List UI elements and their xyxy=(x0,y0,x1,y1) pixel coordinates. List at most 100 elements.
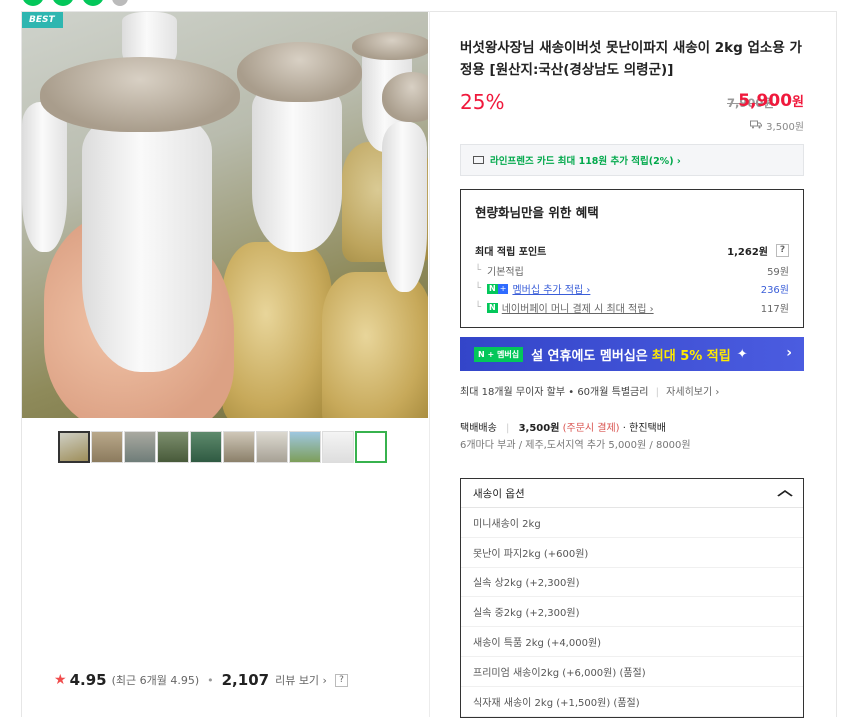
chevron-up-icon xyxy=(777,486,794,500)
top-green-dot-1 xyxy=(22,0,44,6)
separator-dot: • xyxy=(207,673,214,687)
delivery-extra: 6개마다 부과 / 제주,도서지역 추가 5,000원 / 8000원 xyxy=(460,440,691,451)
thumbnail-10[interactable] xyxy=(355,431,387,463)
max-points-value: 1,262원 xyxy=(727,247,768,258)
points-row-basic-label-wrap: └ 기본적립 xyxy=(475,263,524,278)
banner-text: 설 연휴에도 멤버십은 xyxy=(531,348,648,364)
top-green-dot-2 xyxy=(52,0,74,6)
tree-line-icon: └ xyxy=(475,302,482,313)
option-item[interactable]: 프리미엄 새송이2kg (+6,000원) (품절) xyxy=(461,657,803,687)
thumbnail-3[interactable] xyxy=(124,431,156,463)
review-link[interactable]: 리뷰 보기 › xyxy=(275,672,327,688)
mushroom-stem xyxy=(22,102,67,252)
shipping-fee-text: 3,500원 xyxy=(766,122,804,133)
max-points-label: 최대 적립 포인트 xyxy=(475,247,547,258)
top-green-dot-3 xyxy=(82,0,104,6)
jar-shape xyxy=(222,242,332,418)
mushroom-stem xyxy=(82,112,212,372)
thumbnail-9[interactable] xyxy=(322,431,354,463)
product-title: 버섯왕사장님 새송이버섯 못난이파지 새송이 2kg 업소용 가정용 [원산지:… xyxy=(460,40,802,78)
card-benefit-text: 라인프렌즈 카드 최대 118원 추가 적립(2%) › xyxy=(490,156,681,167)
rating-summary: ★ 4.95 (최근 6개월 4.95) • 2,107 리뷰 보기 › ? xyxy=(54,671,348,689)
sparkle-icon: ✦ xyxy=(736,346,748,362)
option-select-header[interactable]: 새송이 옵션 xyxy=(461,479,803,508)
sale-price-unit: 원 xyxy=(792,95,804,110)
option-item[interactable]: 실속 중2kg (+2,300원) xyxy=(461,597,803,628)
points-row-value: 117원 xyxy=(760,304,789,315)
benefit-title: 현량화님만을 위한 혜택 xyxy=(475,205,599,220)
mushroom-stem xyxy=(382,122,427,292)
card-benefit-banner[interactable]: 라인프렌즈 카드 최대 118원 추가 적립(2%) › xyxy=(460,144,804,176)
option-item[interactable]: 미니새송이 2kg xyxy=(461,508,803,538)
option-item[interactable]: 새송이 특품 2kg (+4,000원) xyxy=(461,627,803,657)
shipping-fee-summary: 3,500원 xyxy=(750,118,804,133)
separator: | xyxy=(506,423,510,434)
option-item[interactable]: 식자재 새송이 2kg (+1,500원) (품절) xyxy=(461,687,803,717)
product-main-image[interactable]: BEST xyxy=(22,12,428,418)
tree-line-icon: └ xyxy=(475,283,482,294)
installment-info: 최대 18개월 무이자 할부 • 60개월 특별금리 | 자세히보기 › xyxy=(460,383,719,398)
max-points-row: 최대 적립 포인트 1,262원 ? xyxy=(475,243,789,258)
thumbnail-1[interactable] xyxy=(58,431,90,463)
points-row-membership: └ N + 멤버십 추가 적립 › 236원 xyxy=(475,281,789,296)
thumbnail-2[interactable] xyxy=(91,431,123,463)
discount-rate: 25% xyxy=(460,90,505,114)
mushroom-stem xyxy=(252,82,342,252)
naver-pay-icon: N xyxy=(487,302,498,313)
jar-shape xyxy=(322,272,428,418)
thumbnail-4[interactable] xyxy=(157,431,189,463)
sale-price-value: 5,900 xyxy=(738,91,793,111)
naver-plus-icon: N xyxy=(487,283,498,294)
installment-more-link[interactable]: 자세히보기 › xyxy=(666,387,719,398)
thumbnail-8[interactable] xyxy=(289,431,321,463)
points-row-basic: └ 기본적립 59원 xyxy=(475,263,789,278)
benefit-box: 현량화님만을 위한 혜택 최대 적립 포인트 1,262원 ? └ 기본적립 5… xyxy=(460,189,804,328)
npay-points-link[interactable]: 네이버페이 머니 결제 시 최대 적립 › xyxy=(502,300,654,315)
max-points-value-wrap: 1,262원 ? xyxy=(727,243,789,258)
installment-text: 최대 18개월 무이자 할부 • 60개월 특별금리 xyxy=(460,387,649,398)
delivery-label: 택배배송 xyxy=(460,423,497,434)
membership-badge: N + 멤버십 xyxy=(474,346,524,362)
thumbnail-6[interactable] xyxy=(223,431,255,463)
review-count: 2,107 xyxy=(221,671,270,689)
help-icon[interactable]: ? xyxy=(776,244,789,257)
membership-points-link[interactable]: 멤버십 추가 적립 › xyxy=(512,281,590,296)
rating-score: 4.95 xyxy=(69,671,107,689)
thumbnail-strip xyxy=(58,431,387,463)
thumbnail-7[interactable] xyxy=(256,431,288,463)
option-item[interactable]: 못난이 파지2kg (+600원) xyxy=(461,538,803,568)
option-select-label: 새송이 옵션 xyxy=(473,487,525,500)
delivery-info: 택배배송 | 3,500원 (주문시 결제) · 한진택배 xyxy=(460,419,666,434)
points-row-npay: └ N 네이버페이 머니 결제 시 최대 적립 › 117원 xyxy=(475,300,789,315)
points-row-label: 기본적립 xyxy=(487,267,524,278)
membership-banner[interactable]: N + 멤버십 설 연휴에도 멤버십은 최대 5% 적립 ✦ › xyxy=(460,337,804,371)
sale-price: 5,900원 xyxy=(738,91,804,111)
separator: | xyxy=(655,387,659,398)
points-row-membership-label-wrap: └ N + 멤버십 추가 적립 › xyxy=(475,281,590,296)
banner-highlight: 최대 5% 적립 xyxy=(651,348,731,364)
rating-recent: (최근 6개월 4.95) xyxy=(111,674,200,687)
help-icon[interactable]: ? xyxy=(334,673,348,687)
chevron-right-icon: › xyxy=(786,345,792,361)
delivery-fee-note: (주문시 결제) xyxy=(562,423,620,434)
mushroom-cap xyxy=(352,32,428,60)
option-item[interactable]: 실속 상2kg (+2,300원) xyxy=(461,568,803,598)
thumbnail-5[interactable] xyxy=(190,431,222,463)
plus-icon: + xyxy=(497,283,509,294)
points-row-npay-label-wrap: └ N 네이버페이 머니 결제 시 최대 적립 › xyxy=(475,300,654,315)
delivery-fee: 3,500원 xyxy=(518,423,560,434)
star-icon: ★ xyxy=(54,672,67,688)
points-row-value: 59원 xyxy=(767,267,789,278)
delivery-carrier: · 한진택배 xyxy=(622,423,666,434)
mushroom-cap xyxy=(382,72,428,122)
points-row-value: 236원 xyxy=(760,285,789,296)
mushroom-cap xyxy=(40,57,240,132)
top-partial-buttons xyxy=(22,0,128,6)
tree-line-icon: └ xyxy=(475,265,482,276)
mushroom-cap xyxy=(237,42,362,102)
truck-icon xyxy=(750,120,763,132)
card-icon xyxy=(473,156,484,164)
option-select[interactable]: 새송이 옵션 미니새송이 2kg 못난이 파지2kg (+600원) 실속 상2… xyxy=(460,478,804,718)
top-gray-dot xyxy=(112,0,128,6)
panel-divider xyxy=(429,11,430,717)
